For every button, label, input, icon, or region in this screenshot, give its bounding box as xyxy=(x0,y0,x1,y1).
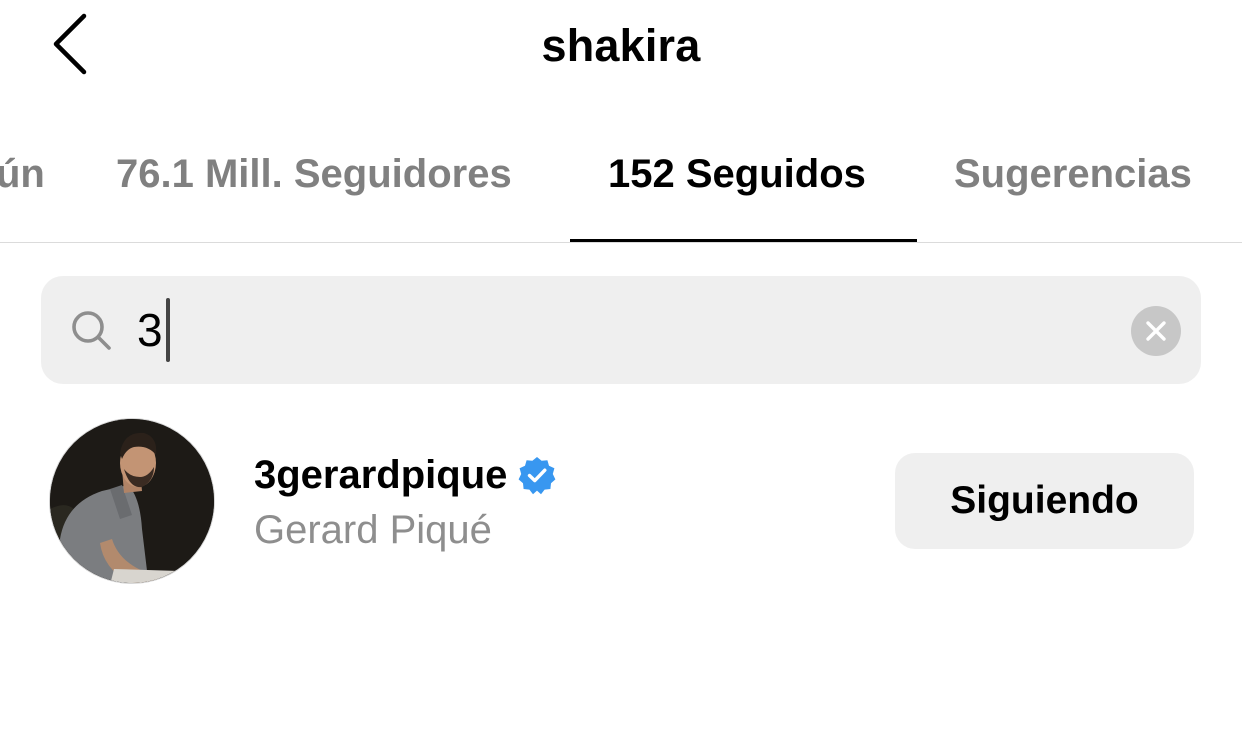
clear-icon xyxy=(1146,321,1166,341)
verified-badge-icon xyxy=(519,457,556,495)
username-link[interactable]: 3gerardpique xyxy=(254,450,557,500)
avatar[interactable] xyxy=(49,418,215,584)
search-input[interactable]: 3 xyxy=(137,298,163,362)
tabs-divider xyxy=(0,242,1242,243)
tab-bar: ún 76.1 Mill. Seguidores 152 Seguidos Su… xyxy=(0,130,1242,242)
full-name: Gerard Piqué xyxy=(254,508,492,552)
username: 3gerardpique xyxy=(254,452,508,497)
top-bar: shakira xyxy=(0,0,1242,96)
user-list-item[interactable]: 3gerardpique Gerard Piqué Siguiendo xyxy=(0,410,1242,590)
page-title: shakira xyxy=(541,20,701,71)
search-icon xyxy=(72,311,111,350)
tab-followers[interactable]: 76.1 Mill. Seguidores xyxy=(116,152,512,197)
search-bar[interactable]: 3 xyxy=(41,276,1201,384)
tab-mutual[interactable]: ún xyxy=(0,152,45,197)
clear-search-button[interactable] xyxy=(1131,306,1181,356)
following-button[interactable]: Siguiendo xyxy=(895,453,1194,549)
tab-suggestions[interactable]: Sugerencias xyxy=(954,152,1192,197)
tab-following[interactable]: 152 Seguidos xyxy=(608,152,866,197)
avatar-photo xyxy=(50,419,214,583)
text-cursor xyxy=(166,298,170,362)
